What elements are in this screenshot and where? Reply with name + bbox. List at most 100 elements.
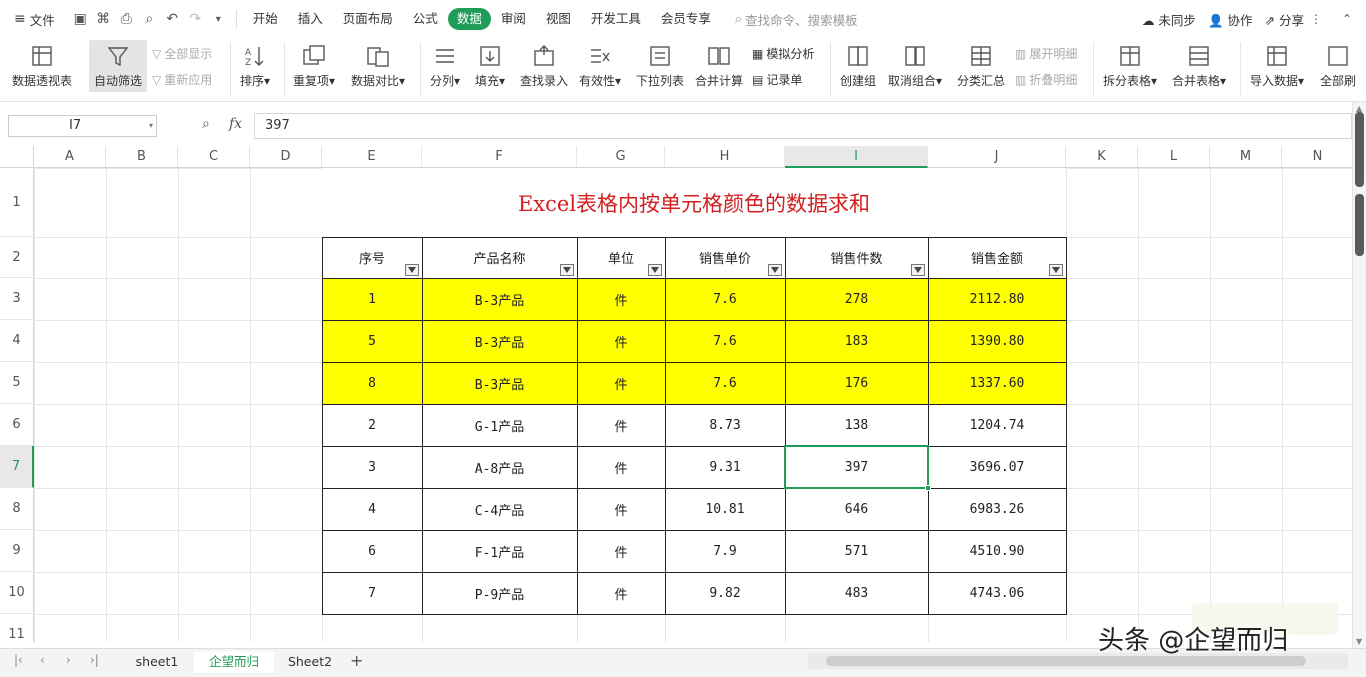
print-icon[interactable]: ⎙ xyxy=(118,11,135,28)
column-header-c[interactable]: C xyxy=(178,146,250,168)
autofilter-button[interactable]: 自动筛选 xyxy=(89,40,147,92)
validity-button[interactable]: 有效性▾ xyxy=(579,40,621,92)
column-header-g[interactable]: G xyxy=(577,146,665,168)
filter-dropdown-icon[interactable] xyxy=(560,264,574,276)
column-header-a[interactable]: A xyxy=(34,146,106,168)
column-header-f[interactable]: F xyxy=(422,146,577,168)
fx-icon[interactable]: fx xyxy=(229,116,242,132)
tab-formula[interactable]: 公式 xyxy=(403,8,448,30)
column-header-n[interactable]: N xyxy=(1282,146,1352,168)
table-cell[interactable]: 件 xyxy=(577,572,665,614)
table-cell[interactable]: 1337.60 xyxy=(928,362,1066,404)
next-sheet-icon[interactable]: › xyxy=(66,653,71,667)
table-cell[interactable]: 646 xyxy=(785,488,928,530)
sheet-tab-sheet1[interactable]: sheet1 xyxy=(122,651,192,673)
table-cell[interactable]: B-3产品 xyxy=(422,278,577,320)
create-group-button[interactable]: 创建组 xyxy=(840,40,876,92)
table-cell[interactable]: 6 xyxy=(322,530,422,572)
table-cell[interactable]: 5 xyxy=(322,320,422,362)
row-header-3[interactable]: 3 xyxy=(0,278,34,320)
tab-data[interactable]: 数据 xyxy=(447,8,491,30)
prev-sheet-icon[interactable]: ‹ xyxy=(40,653,45,667)
reapply-button[interactable]: ▽ 重新应用 xyxy=(152,71,212,88)
name-box[interactable]: I7 ▾ xyxy=(8,115,157,137)
table-cell[interactable]: 7.9 xyxy=(665,530,785,572)
table-cell[interactable]: 1 xyxy=(322,278,422,320)
row-header-10[interactable]: 10 xyxy=(0,572,34,614)
consolidate-button[interactable]: 合并计算 xyxy=(695,40,743,92)
collapse-detail-button[interactable]: ▥ 折叠明细 xyxy=(1015,71,1077,88)
record-form-button[interactable]: ▤ 记录单 xyxy=(752,71,802,88)
filter-dropdown-icon[interactable] xyxy=(1049,264,1063,276)
merge-table-button[interactable]: 合并表格▾ xyxy=(1172,40,1226,92)
sync-button[interactable]: ☁ 未同步 xyxy=(1142,10,1196,29)
tab-view[interactable]: 视图 xyxy=(536,8,581,30)
sheet-tab-sheet2[interactable]: Sheet2 xyxy=(276,651,344,673)
row-header-4[interactable]: 4 xyxy=(0,320,34,362)
table-cell[interactable]: 9.82 xyxy=(665,572,785,614)
file-menu[interactable]: ≡ 文件 xyxy=(14,10,55,29)
row-header-7[interactable]: 7 xyxy=(0,446,34,488)
table-cell[interactable]: 483 xyxy=(785,572,928,614)
column-header-i[interactable]: I xyxy=(785,146,928,168)
table-cell[interactable]: 件 xyxy=(577,362,665,404)
import-data-button[interactable]: 导入数据▾ xyxy=(1250,40,1304,92)
column-header-b[interactable]: B xyxy=(106,146,178,168)
table-cell[interactable]: 4743.06 xyxy=(928,572,1066,614)
table-cell[interactable]: G-1产品 xyxy=(422,404,577,446)
first-sheet-icon[interactable]: |‹ xyxy=(14,653,23,667)
row-header-5[interactable]: 5 xyxy=(0,362,34,404)
text-to-columns-button[interactable]: 分列▾ xyxy=(430,40,460,92)
row-header-1[interactable]: 1 xyxy=(0,168,34,237)
subtotal-button[interactable]: 分类汇总 xyxy=(957,40,1005,92)
row-header-8[interactable]: 8 xyxy=(0,488,34,530)
scrollbar-thumb-lower[interactable] xyxy=(1355,194,1364,256)
collab-button[interactable]: 👤 协作 xyxy=(1208,10,1253,29)
table-cell[interactable]: 176 xyxy=(785,362,928,404)
scrollbar-thumb-top[interactable] xyxy=(1355,112,1364,187)
filter-dropdown-icon[interactable] xyxy=(911,264,925,276)
table-cell[interactable]: 138 xyxy=(785,404,928,446)
tab-review[interactable]: 审阅 xyxy=(491,8,536,30)
formula-input[interactable]: 397 xyxy=(254,113,1352,139)
table-cell[interactable]: 7 xyxy=(322,572,422,614)
row-header-9[interactable]: 9 xyxy=(0,530,34,572)
column-header-m[interactable]: M xyxy=(1210,146,1282,168)
horizontal-scrollbar-thumb[interactable] xyxy=(826,656,1306,666)
tab-insert[interactable]: 插入 xyxy=(288,8,333,30)
selected-cell-outline[interactable] xyxy=(784,445,929,489)
last-sheet-icon[interactable]: ›| xyxy=(90,653,99,667)
expand-detail-button[interactable]: ▥ 展开明细 xyxy=(1015,45,1077,62)
table-cell[interactable]: 件 xyxy=(577,404,665,446)
undo-icon[interactable]: ↶ xyxy=(164,11,181,28)
table-cell[interactable]: 件 xyxy=(577,530,665,572)
command-search[interactable]: ⌕ 查找命令、搜索模板 xyxy=(735,10,858,29)
tab-page-layout[interactable]: 页面布局 xyxy=(333,8,403,30)
filter-dropdown-icon[interactable] xyxy=(648,264,662,276)
spreadsheet-grid[interactable]: A B C D E F G H I J K L M N 1 2 3 4 5 6 7 8 9 10 11 Excel表格内按单元格颜… xyxy=(0,146,1352,642)
lookup-entry-button[interactable]: 查找录入 xyxy=(520,40,568,92)
duplicates-button[interactable]: 重复项▾ xyxy=(293,40,335,92)
column-header-l[interactable]: L xyxy=(1138,146,1210,168)
filter-dropdown-icon[interactable] xyxy=(768,264,782,276)
print-preview-icon[interactable]: ⌕ xyxy=(141,11,158,28)
table-cell[interactable]: 1204.74 xyxy=(928,404,1066,446)
table-cell[interactable]: 7.6 xyxy=(665,278,785,320)
redo-icon[interactable]: ↷ xyxy=(187,11,204,28)
table-cell[interactable]: 1390.80 xyxy=(928,320,1066,362)
table-cell[interactable]: 件 xyxy=(577,320,665,362)
ungroup-button[interactable]: 取消组合▾ xyxy=(888,40,942,92)
format-painter-icon[interactable]: ⌘ xyxy=(95,11,112,28)
table-cell[interactable]: F-1产品 xyxy=(422,530,577,572)
share-button[interactable]: ⇗ 分享 xyxy=(1265,10,1304,29)
table-cell[interactable]: A-8产品 xyxy=(422,446,577,488)
table-cell[interactable]: 3696.07 xyxy=(928,446,1066,488)
column-header-k[interactable]: K xyxy=(1066,146,1138,168)
table-cell[interactable]: 2112.80 xyxy=(928,278,1066,320)
table-cell[interactable]: 件 xyxy=(577,446,665,488)
column-header-j[interactable]: J xyxy=(928,146,1066,168)
refresh-all-button[interactable]: 全部刷 xyxy=(1320,40,1356,92)
table-cell[interactable]: 183 xyxy=(785,320,928,362)
table-cell[interactable]: 9.31 xyxy=(665,446,785,488)
table-cell[interactable]: 4510.90 xyxy=(928,530,1066,572)
